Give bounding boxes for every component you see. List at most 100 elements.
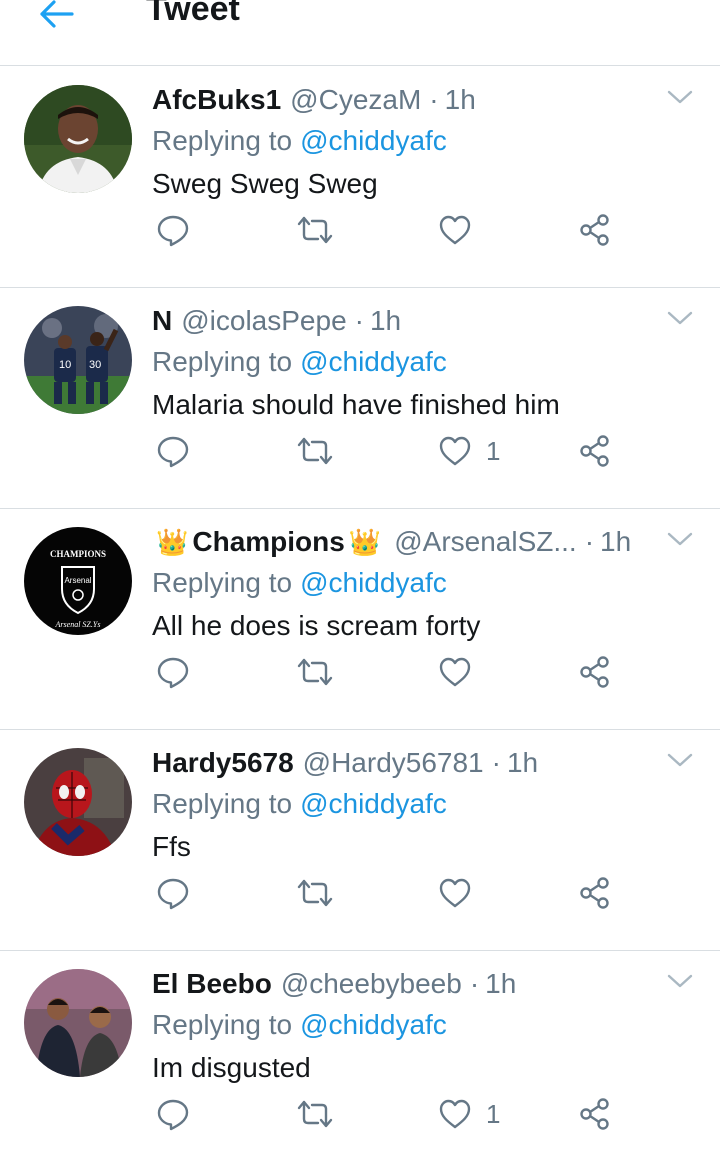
reply-button[interactable]	[156, 427, 190, 475]
user-name[interactable]: AfcBuks1	[152, 82, 281, 118]
reply-button[interactable]	[156, 869, 190, 917]
reply-icon	[157, 878, 189, 910]
crown-emoji-icon: 👑	[156, 527, 189, 557]
tweet-actions: 1	[152, 427, 632, 475]
retweet-button[interactable]	[296, 1090, 334, 1138]
svg-text:Arsenal: Arsenal	[64, 576, 91, 585]
tweet-item[interactable]: CHAMPIONS Arsenal Arsenal SZ.Ys 👑 Champi…	[0, 508, 720, 730]
tweet-text: Im disgusted	[152, 1052, 311, 1083]
svg-text:10: 10	[59, 359, 71, 371]
like-icon	[439, 215, 471, 245]
replying-label: Replying to	[152, 346, 293, 377]
tweet-text: Ffs	[152, 831, 191, 862]
replying-to: Replying to @chiddyafc	[152, 1007, 447, 1043]
reply-icon	[157, 1099, 189, 1131]
tweet-item[interactable]: AfcBuks1 @CyezaM · 1h Replying to @chiddy…	[0, 66, 720, 288]
avatar[interactable]	[24, 85, 132, 193]
user-handle: @icolasPepe	[181, 305, 347, 336]
mention-link[interactable]: @chiddyafc	[300, 1009, 447, 1040]
tweet-item[interactable]: El Beebo @cheebybeeb · 1h Replying to @ch…	[0, 950, 720, 1155]
timestamp[interactable]: 1h	[507, 745, 538, 781]
mention-link[interactable]: @chiddyafc	[300, 567, 447, 598]
share-button[interactable]	[578, 869, 612, 917]
share-icon	[580, 214, 609, 246]
tweet-item[interactable]: 10 30 N @icolasPepe · 1h Replying to @chi…	[0, 287, 720, 509]
tweet-header: AfcBuks1 @CyezaM · 1h	[152, 82, 660, 118]
separator-dot: ·	[491, 747, 501, 778]
tweet-item[interactable]: Hardy5678 @Hardy56781 · 1h Replying to @c…	[0, 729, 720, 951]
avatar[interactable]: 10 30	[24, 306, 132, 414]
tweet-actions	[152, 648, 632, 696]
page-title: Tweet	[146, 0, 240, 28]
back-button[interactable]	[34, 0, 78, 32]
tweet-header: Hardy5678 @Hardy56781 · 1h	[152, 745, 660, 781]
tweet-actions	[152, 869, 632, 917]
arrow-left-icon	[40, 0, 74, 28]
avatar[interactable]: CHAMPIONS Arsenal Arsenal SZ.Ys	[24, 527, 132, 635]
tweet-menu-button[interactable]	[666, 749, 694, 771]
user-handle: @Hardy56781	[302, 747, 484, 778]
tweet-menu-button[interactable]	[666, 86, 694, 108]
share-button[interactable]	[578, 648, 612, 696]
chevron-down-icon	[667, 753, 693, 767]
reply-button[interactable]	[156, 1090, 190, 1138]
retweet-button[interactable]	[296, 206, 334, 254]
retweet-icon	[297, 1100, 333, 1128]
tweet-text: Malaria should have finished him	[152, 389, 560, 420]
share-button[interactable]	[578, 427, 612, 475]
tweet-menu-button[interactable]	[666, 307, 694, 329]
like-count: 1	[486, 1098, 501, 1129]
crown-emoji-icon: 👑	[348, 527, 382, 557]
user-name[interactable]: El Beebo	[152, 966, 272, 1002]
mention-link[interactable]: @chiddyafc	[300, 346, 447, 377]
timestamp[interactable]: 1h	[445, 82, 476, 118]
retweet-button[interactable]	[296, 427, 334, 475]
user-name[interactable]: Champions	[192, 524, 344, 560]
timestamp[interactable]: 1h	[600, 524, 631, 560]
share-icon	[580, 656, 609, 688]
retweet-icon	[297, 437, 333, 465]
like-button[interactable]	[438, 648, 486, 696]
svg-text:30: 30	[89, 359, 101, 371]
timestamp[interactable]: 1h	[485, 966, 516, 1002]
tweet-header: 👑 Champions 👑 @ArsenalSZ... · 1h	[152, 524, 660, 560]
tweet-menu-button[interactable]	[666, 970, 694, 992]
mention-link[interactable]: @chiddyafc	[300, 788, 447, 819]
tweet-menu-button[interactable]	[666, 528, 694, 550]
user-name[interactable]: N	[152, 303, 172, 339]
reply-icon	[157, 436, 189, 468]
timestamp[interactable]: 1h	[370, 303, 401, 339]
reply-icon	[157, 657, 189, 689]
like-button[interactable]	[438, 206, 486, 254]
user-handle: @ArsenalSZ...	[394, 526, 577, 557]
avatar[interactable]	[24, 969, 132, 1077]
replying-to: Replying to @chiddyafc	[152, 786, 447, 822]
tweet-text: Sweg Sweg Sweg	[152, 168, 378, 199]
user-name[interactable]: Hardy5678	[152, 745, 294, 781]
retweet-button[interactable]	[296, 869, 334, 917]
share-button[interactable]	[578, 1090, 612, 1138]
svg-text:Arsenal SZ.Ys: Arsenal SZ.Ys	[55, 620, 101, 629]
like-button[interactable]: 1	[438, 1090, 500, 1138]
share-icon	[580, 435, 609, 467]
tweet-header: El Beebo @cheebybeeb · 1h	[152, 966, 660, 1002]
retweet-icon	[297, 879, 333, 907]
separator-dot: ·	[469, 968, 480, 999]
reply-button[interactable]	[156, 206, 190, 254]
tweet-text: All he does is scream forty	[152, 610, 481, 641]
like-button[interactable]	[438, 869, 486, 917]
like-count: 1	[486, 435, 501, 466]
replying-label: Replying to	[152, 1009, 293, 1040]
like-icon	[439, 436, 471, 466]
share-button[interactable]	[578, 206, 612, 254]
replying-label: Replying to	[152, 788, 293, 819]
retweet-button[interactable]	[296, 648, 334, 696]
like-icon	[439, 878, 471, 908]
svg-text:CHAMPIONS: CHAMPIONS	[50, 549, 106, 559]
like-button[interactable]: 1	[438, 427, 500, 475]
avatar[interactable]	[24, 748, 132, 856]
reply-button[interactable]	[156, 648, 190, 696]
tweet-header: N @icolasPepe · 1h	[152, 303, 660, 339]
mention-link[interactable]: @chiddyafc	[300, 125, 447, 156]
chevron-down-icon	[667, 311, 693, 325]
